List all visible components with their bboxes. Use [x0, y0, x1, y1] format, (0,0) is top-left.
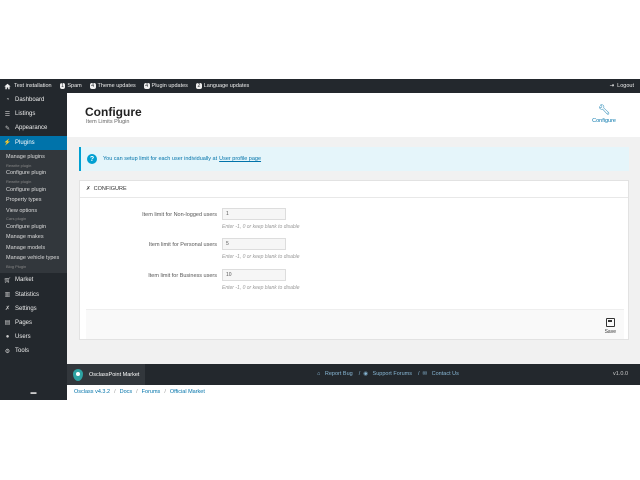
- page-title: Configure: [85, 105, 142, 119]
- personal-limit-input[interactable]: 5: [222, 238, 286, 250]
- plug-icon: ⚡: [3, 140, 12, 147]
- sidebar-item-users[interactable]: ● Users: [0, 330, 67, 344]
- panel-footer: Save: [86, 309, 624, 339]
- submenu-item[interactable]: View options: [0, 205, 67, 215]
- nonlogged-limit-input[interactable]: 1: [222, 208, 286, 220]
- main-content: Configure Item Limits Plugin 🔧︎ Configur…: [67, 93, 640, 364]
- market-brand-link[interactable]: OsclassPoint Market: [67, 364, 146, 385]
- footer-links: ⌂ Report Bug / ◉ Support Forums / ✉ Cont…: [317, 371, 465, 377]
- osclass-version-link[interactable]: Osclass v4.3.2: [74, 389, 110, 395]
- collapse-menu-button[interactable]: ▬: [0, 386, 67, 400]
- eye-icon: ◉: [363, 371, 370, 377]
- sidebar-item-listings[interactable]: ☰ Listings: [0, 107, 67, 121]
- field-label: Item limit for Personal users: [148, 242, 217, 248]
- submenu-item[interactable]: Manage vehicle types: [0, 253, 67, 263]
- save-button[interactable]: Save: [605, 318, 616, 335]
- submenu-item[interactable]: Manage plugins: [0, 152, 67, 162]
- home-icon: [4, 83, 11, 89]
- configure-panel: ✗ CONFIGURE Item limit for Non-logged us…: [79, 180, 629, 340]
- topbar-theme-updates[interactable]: 4 Theme updates: [89, 83, 136, 89]
- cart-icon: 🛒︎: [3, 277, 12, 284]
- configure-button[interactable]: 🔧︎ Configure: [592, 105, 616, 124]
- dashboard-icon: ◔: [5, 97, 10, 104]
- bottom-links: Osclass v4.3.2/ Docs / Forums / Official M…: [74, 389, 205, 395]
- site-title: Test installation: [14, 83, 52, 89]
- report-bug-link[interactable]: ⌂ Report Bug: [317, 371, 356, 377]
- topbar-language-updates[interactable]: 2 Language updates: [195, 83, 249, 89]
- field-label: Item limit for Business users: [148, 273, 217, 279]
- field-label: Item limit for Non-logged users: [142, 212, 217, 218]
- separator: /: [417, 371, 420, 377]
- business-limit-input[interactable]: 10: [222, 269, 286, 281]
- sidebar: ◔ Dashboard ☰ Listings ✎ Appearance ⚡ Plugin…: [0, 93, 67, 400]
- sidebar-item-statistics[interactable]: ▥ Statistics: [0, 287, 67, 301]
- submenu-item[interactable]: Property types: [0, 195, 67, 205]
- field-hint: Enter -1, 0 or keep blank to disable: [222, 224, 300, 230]
- submenu-item[interactable]: Manage makes: [0, 232, 67, 242]
- question-icon: ?: [87, 154, 97, 164]
- submenu-item[interactable]: Configure plugin: [0, 168, 67, 178]
- support-forums-link[interactable]: ◉ Support Forums: [363, 371, 415, 377]
- docs-link[interactable]: Docs: [120, 389, 133, 395]
- version-label: v1.0.0: [613, 371, 628, 377]
- panel-heading: ✗ CONFIGURE: [80, 181, 628, 198]
- mail-icon: ✉: [422, 371, 429, 377]
- wrench-icon: 🔧︎: [597, 105, 611, 116]
- admin-topbar: Test installation 1 Spam 4 Theme updates 4…: [0, 79, 640, 93]
- logout-icon: ⇥: [609, 83, 615, 89]
- sidebar-item-dashboard[interactable]: ◔ Dashboard: [0, 93, 67, 107]
- sidebar-item-appearance[interactable]: ✎ Appearance: [0, 121, 67, 135]
- separator: /: [358, 371, 361, 377]
- osclasspoint-logo-icon: [73, 368, 83, 381]
- site-link[interactable]: Test installation: [4, 83, 52, 90]
- official-market-link[interactable]: Official Market: [170, 389, 205, 395]
- save-icon: [605, 318, 615, 327]
- forums-link[interactable]: Forums: [142, 389, 161, 395]
- sidebar-item-pages[interactable]: ▤ Pages: [0, 316, 67, 330]
- topbar-plugin-updates[interactable]: 4 Plugin updates: [143, 83, 188, 89]
- info-notice: ? You can setup limit for each user indi…: [79, 147, 629, 171]
- chart-icon: ▥: [4, 292, 11, 299]
- page-subtitle: Item Limits Plugin: [86, 119, 130, 125]
- logout-link[interactable]: ⇥ Logout: [610, 83, 634, 89]
- gear-icon: ⚙: [4, 348, 11, 355]
- sidebar-item-tools[interactable]: ⚙ Tools: [0, 344, 67, 358]
- brush-icon: ✎: [4, 125, 11, 132]
- page-header: Configure Item Limits Plugin 🔧︎ Configur…: [67, 93, 640, 137]
- footer-bar: OsclassPoint Market ⌂ Report Bug / ◉ Sup…: [67, 364, 640, 385]
- keyboard-icon: ▬: [30, 390, 37, 396]
- field-hint: Enter -1, 0 or keep blank to disable: [222, 254, 300, 260]
- plugins-submenu: Manage plugins Rewrite plugin Configure …: [0, 149, 67, 274]
- wrench-icon: ✗: [4, 306, 11, 313]
- submenu-group-label: Blog Plugin: [6, 263, 27, 269]
- submenu-item[interactable]: Configure plugin: [0, 222, 67, 232]
- submenu-item[interactable]: Configure plugin: [0, 185, 67, 195]
- user-icon: ●: [5, 334, 10, 341]
- submenu-item[interactable]: Manage models: [0, 242, 67, 252]
- sidebar-item-settings[interactable]: ✗ Settings: [0, 302, 67, 316]
- wrench-icon: ✗: [86, 186, 91, 192]
- topbar-spam[interactable]: 1 Spam: [59, 83, 82, 89]
- sidebar-item-plugins[interactable]: ⚡ Plugins: [0, 135, 67, 150]
- listings-icon: ☰: [4, 111, 11, 118]
- field-hint: Enter -1, 0 or keep blank to disable: [222, 285, 300, 291]
- user-profile-link[interactable]: User profile page: [219, 156, 261, 162]
- page-icon: ▤: [4, 320, 11, 327]
- home-icon: ⌂: [317, 371, 322, 377]
- contact-us-link[interactable]: ✉ Contact Us: [423, 371, 462, 377]
- sidebar-item-market[interactable]: 🛒︎ Market: [0, 273, 67, 287]
